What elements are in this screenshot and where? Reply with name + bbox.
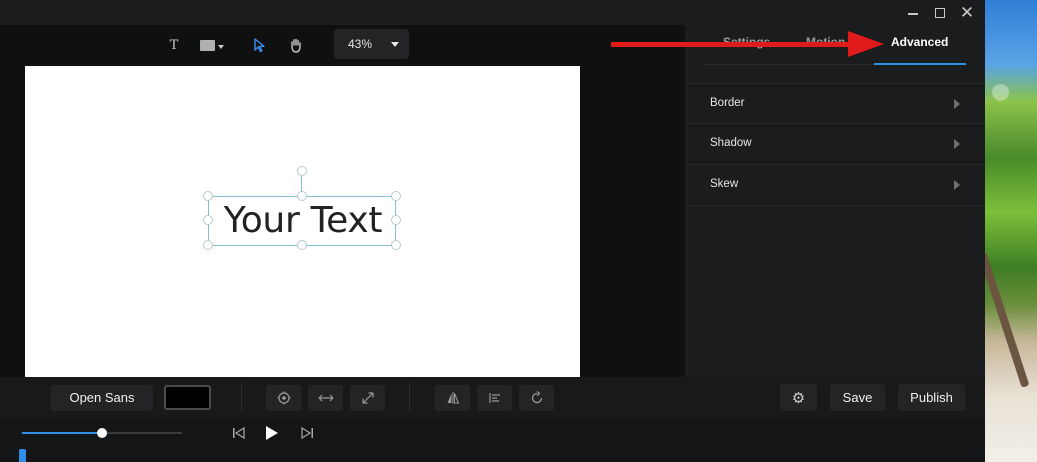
flip-horizontal-button[interactable]: [435, 385, 470, 411]
skip-back-icon[interactable]: [232, 425, 246, 441]
section-border[interactable]: Border: [685, 83, 985, 124]
bottom-toolbar: Open Sans ⚙ Save Publish: [0, 377, 985, 418]
annotation-arrow-head: [848, 31, 884, 57]
active-tab-indicator: [874, 63, 966, 65]
play-icon[interactable]: [265, 425, 279, 441]
center-target-button[interactable]: [266, 385, 301, 411]
hand-icon[interactable]: [287, 34, 305, 56]
resize-handle-left[interactable]: [203, 215, 213, 225]
toolbar-divider: [409, 383, 410, 411]
caret-down-icon: [391, 42, 399, 47]
rotate-icon: [531, 391, 542, 404]
skip-forward-icon[interactable]: [300, 425, 314, 441]
settings-button[interactable]: ⚙: [780, 384, 817, 411]
chevron-right-icon: [954, 139, 960, 149]
select-arrow-icon[interactable]: [251, 34, 269, 56]
text-layer-content: Your Text: [223, 200, 383, 241]
target-icon: [277, 391, 290, 405]
scrubber-knob[interactable]: [97, 428, 107, 438]
editor-window: ✕ T 43% Your Text Settings Motion Advanc…: [0, 0, 985, 462]
section-label: Shadow: [710, 137, 752, 149]
text-layer[interactable]: Your Text: [208, 196, 396, 246]
flip-icon: [447, 392, 459, 404]
section-shadow[interactable]: Shadow: [685, 124, 985, 165]
chevron-right-icon: [954, 99, 960, 109]
save-button[interactable]: Save: [830, 384, 885, 411]
resize-handle-top[interactable]: [297, 191, 307, 201]
timeline-scrubber[interactable]: [22, 428, 182, 438]
annotation-arrow-shaft: [611, 42, 851, 47]
section-label: Border: [710, 97, 745, 109]
font-family-dropdown[interactable]: Open Sans: [51, 385, 153, 411]
section-label: Skew: [710, 178, 739, 190]
resize-handle-top-left[interactable]: [203, 191, 213, 201]
expand-diagonal-icon: [361, 392, 374, 404]
expand-button[interactable]: [350, 385, 385, 411]
stretch-horizontal-button[interactable]: [308, 385, 343, 411]
close-icon[interactable]: ✕: [956, 3, 978, 23]
minimize-icon[interactable]: [902, 3, 924, 23]
publish-button[interactable]: Publish: [898, 384, 965, 411]
maximize-icon[interactable]: [929, 3, 951, 23]
rotate-handle[interactable]: [297, 166, 307, 176]
zoom-dropdown[interactable]: 43%: [334, 29, 409, 59]
zoom-value: 43%: [348, 37, 373, 51]
align-left-icon: [488, 393, 500, 403]
text-color-swatch[interactable]: [164, 385, 211, 410]
resize-handle-bottom[interactable]: [297, 240, 307, 250]
tab-advanced[interactable]: Advanced: [891, 35, 948, 49]
toolbar-divider: [241, 383, 242, 411]
scrubber-progress: [22, 432, 102, 434]
desktop-background: [985, 0, 1037, 462]
shape-tool-button[interactable]: [196, 34, 228, 56]
resize-handle-bottom-left[interactable]: [203, 240, 213, 250]
rectangle-icon: [200, 39, 215, 51]
title-bar: ✕: [0, 0, 985, 25]
text-align-button[interactable]: [477, 385, 512, 411]
properties-panel: Settings Motion Advanced Border Shadow S…: [685, 25, 985, 377]
rotate-button[interactable]: [519, 385, 554, 411]
text-tool-icon[interactable]: T: [165, 34, 183, 56]
chevron-right-icon: [954, 180, 960, 190]
resize-handle-top-right[interactable]: [391, 191, 401, 201]
section-skew[interactable]: Skew: [685, 165, 985, 206]
gear-icon: ⚙: [791, 389, 806, 407]
playhead-marker[interactable]: [19, 449, 26, 462]
resize-handle-bottom-right[interactable]: [391, 240, 401, 250]
arrows-horizontal-icon: [318, 394, 333, 402]
timeline: [0, 418, 985, 462]
resize-handle-right[interactable]: [391, 215, 401, 225]
caret-down-icon: [218, 44, 224, 49]
